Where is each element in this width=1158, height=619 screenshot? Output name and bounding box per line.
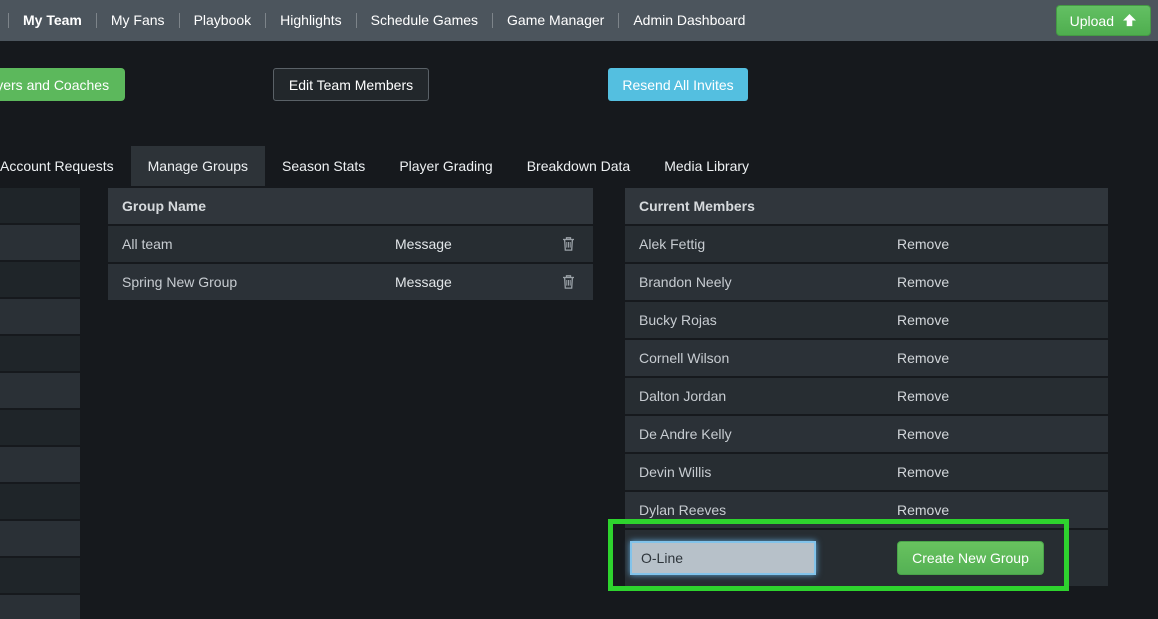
remove-button[interactable]: Remove: [897, 502, 949, 518]
tab-manage-groups[interactable]: Manage Groups: [130, 146, 266, 186]
cropped-roster-row: [0, 373, 80, 408]
group-name: Spring New Group: [122, 274, 238, 290]
member-row: De Andre Kelly Remove: [625, 416, 1108, 452]
member-name: De Andre Kelly: [639, 426, 732, 442]
tab-media-library[interactable]: Media Library: [647, 146, 766, 186]
remove-button[interactable]: Remove: [897, 312, 949, 328]
member-row: Devin Willis Remove: [625, 454, 1108, 490]
group-row[interactable]: Spring New Group Message: [108, 264, 593, 300]
member-name: Dylan Reeves: [639, 502, 727, 518]
members-panel: Current Members Alek Fettig Remove Brand…: [625, 188, 1108, 586]
group-name: All team: [122, 236, 173, 252]
edit-team-members-button[interactable]: Edit Team Members: [273, 68, 429, 101]
upload-button-label: Upload: [1069, 12, 1114, 29]
cropped-roster-row: [0, 447, 80, 482]
cropped-roster-row: [0, 521, 80, 556]
member-name: Dalton Jordan: [639, 388, 727, 404]
groups-header-label: Group Name: [122, 198, 207, 214]
app-window: My Team My Fans Playbook Highlights Sche…: [0, 0, 1158, 619]
nav-item-game-manager[interactable]: Game Manager: [493, 0, 618, 41]
member-name: Brandon Neely: [639, 274, 732, 290]
member-row: Cornell Wilson Remove: [625, 340, 1108, 376]
remove-button[interactable]: Remove: [897, 426, 949, 442]
group-row[interactable]: All team Message: [108, 226, 593, 262]
member-row: Brandon Neely Remove: [625, 264, 1108, 300]
remove-button[interactable]: Remove: [897, 388, 949, 404]
top-nav: My Team My Fans Playbook Highlights Sche…: [0, 0, 1158, 41]
member-row: Alek Fettig Remove: [625, 226, 1108, 262]
groups-panel-header: Group Name: [108, 188, 593, 224]
member-row: Dalton Jordan Remove: [625, 378, 1108, 414]
cropped-roster-row: [0, 336, 80, 371]
tab-player-grading[interactable]: Player Grading: [382, 146, 509, 186]
cropped-roster-list: [0, 188, 80, 619]
member-name: Cornell Wilson: [639, 350, 730, 366]
nav-item-playbook[interactable]: Playbook: [180, 0, 266, 41]
tab-bar: Account Requests Manage Groups Season St…: [0, 146, 766, 186]
groups-panel: Group Name All team Message Spring New G…: [108, 188, 593, 300]
cropped-roster-row: [0, 262, 80, 297]
remove-button[interactable]: Remove: [897, 350, 949, 366]
cropped-roster-row: [0, 595, 80, 619]
upload-button[interactable]: Upload: [1055, 5, 1151, 36]
member-row: Bucky Rojas Remove: [625, 302, 1108, 338]
nav-item-highlights[interactable]: Highlights: [266, 0, 355, 41]
tab-account-requests[interactable]: Account Requests: [0, 146, 131, 186]
upload-icon: [1122, 14, 1137, 27]
nav-item-my-team[interactable]: My Team: [9, 0, 96, 41]
cropped-roster-row: [0, 299, 80, 334]
trash-icon[interactable]: [562, 275, 575, 290]
trash-icon[interactable]: [562, 237, 575, 252]
create-group-row: Create New Group: [625, 530, 1108, 586]
nav-item-admin-dashboard[interactable]: Admin Dashboard: [619, 0, 759, 41]
member-name: Alek Fettig: [639, 236, 706, 252]
players-and-coaches-button[interactable]: Players and Coaches: [0, 68, 126, 101]
cropped-roster-row: [0, 558, 80, 593]
members-panel-header: Current Members: [625, 188, 1108, 224]
cropped-roster-row: [0, 484, 80, 519]
remove-button[interactable]: Remove: [897, 236, 949, 252]
member-name: Devin Willis: [639, 464, 712, 480]
message-button[interactable]: Message: [395, 236, 452, 252]
nav-item-schedule-games[interactable]: Schedule Games: [357, 0, 492, 41]
member-row: Dylan Reeves Remove: [625, 492, 1108, 528]
resend-all-invites-button[interactable]: Resend All Invites: [608, 68, 748, 101]
cropped-roster-row: [0, 188, 80, 223]
new-group-name-input[interactable]: [630, 541, 816, 575]
members-header-label: Current Members: [639, 198, 755, 214]
remove-button[interactable]: Remove: [897, 274, 949, 290]
tab-season-stats[interactable]: Season Stats: [265, 146, 382, 186]
member-name: Bucky Rojas: [639, 312, 717, 328]
nav-item-my-fans[interactable]: My Fans: [97, 0, 179, 41]
remove-button[interactable]: Remove: [897, 464, 949, 480]
create-new-group-button[interactable]: Create New Group: [897, 541, 1044, 575]
message-button[interactable]: Message: [395, 274, 452, 290]
cropped-roster-row: [0, 410, 80, 445]
cropped-roster-row: [0, 225, 80, 260]
tab-breakdown-data[interactable]: Breakdown Data: [510, 146, 648, 186]
